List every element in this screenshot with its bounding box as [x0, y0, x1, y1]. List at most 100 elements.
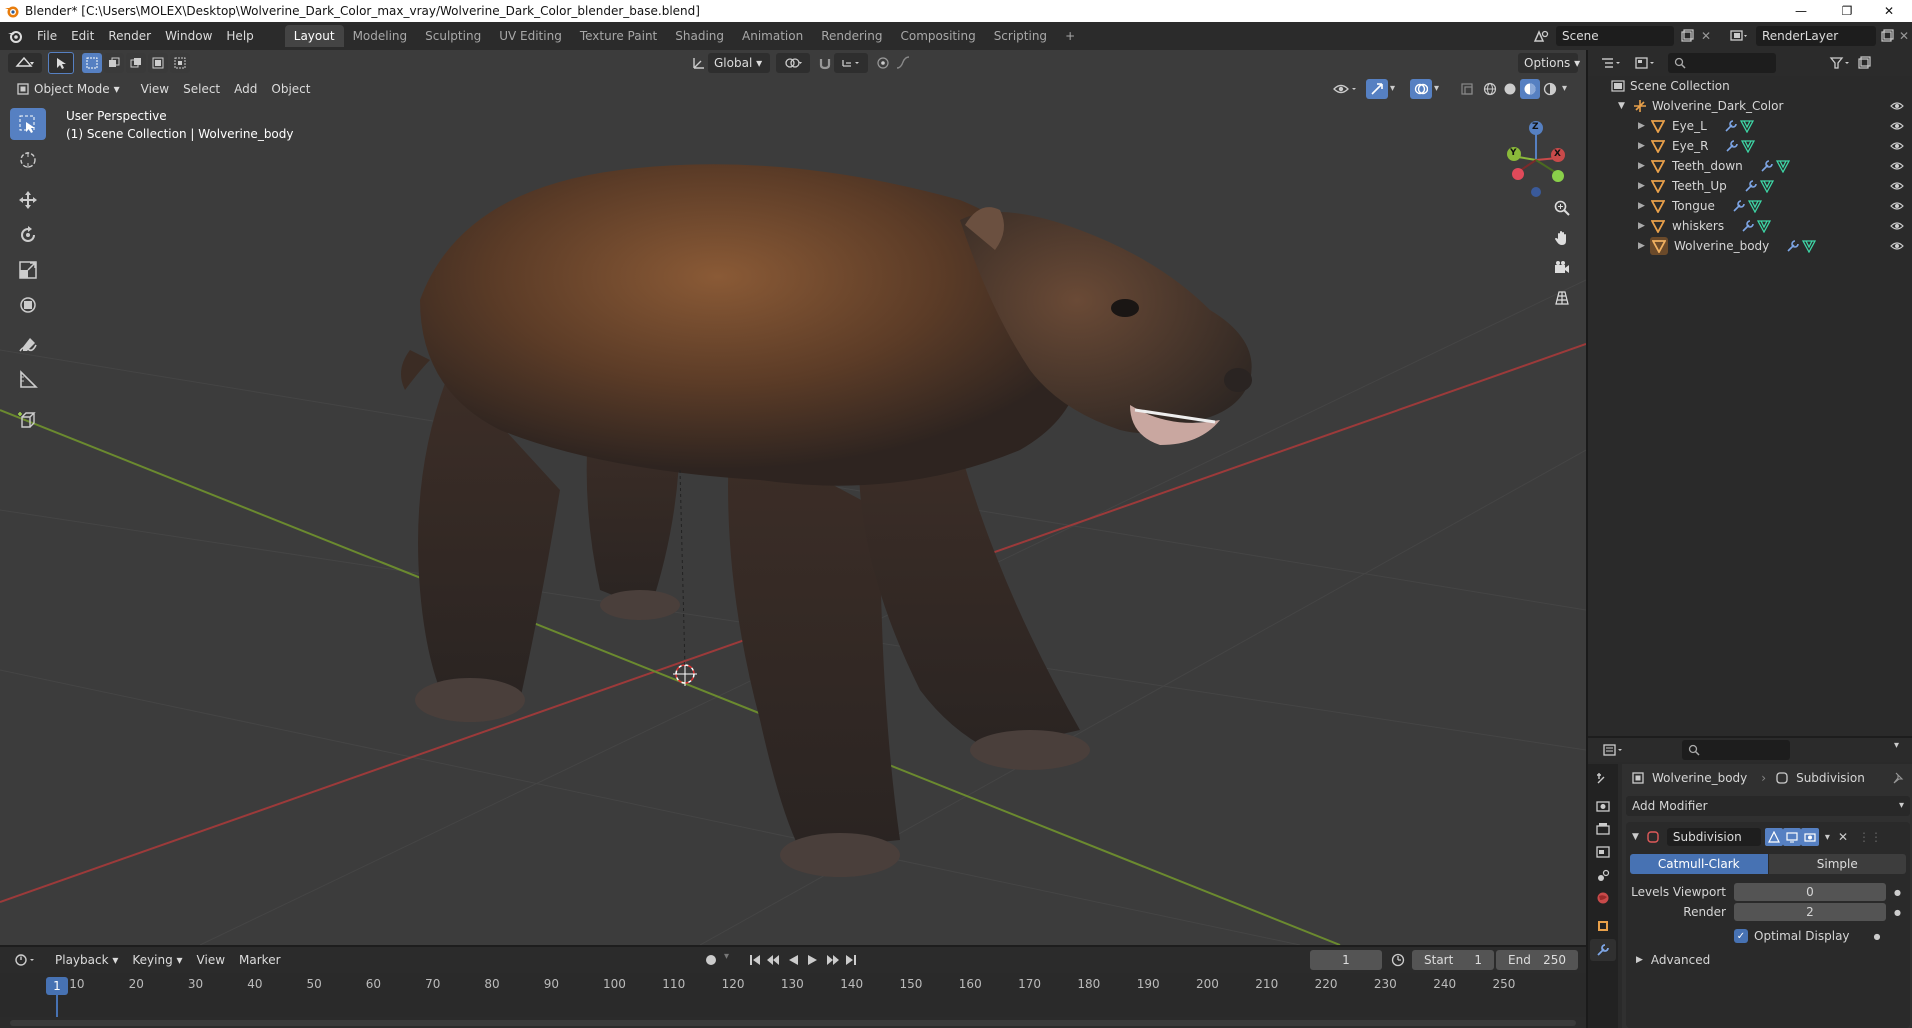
gizmo-toggle-icon[interactable]: [1366, 79, 1388, 99]
editor-type-icon[interactable]: [8, 53, 42, 73]
drag-handle-icon[interactable]: ⋮⋮: [1858, 830, 1882, 844]
visibility-eye-icon[interactable]: [1888, 136, 1906, 156]
jump-keyframe-back-icon[interactable]: [764, 950, 782, 970]
expand-arrow[interactable]: ▶: [1638, 241, 1650, 251]
modifier-wrench-icon[interactable]: [1723, 118, 1739, 134]
mode-dropdown[interactable]: Object Mode ▾: [10, 79, 126, 99]
select-box-tool-icon[interactable]: [48, 52, 74, 74]
advanced-subpanel-header[interactable]: ▶ Advanced: [1636, 950, 1906, 970]
options-dropdown[interactable]: Options ▾: [1518, 53, 1580, 73]
properties-search-input[interactable]: [1682, 740, 1790, 760]
shading-wireframe-icon[interactable]: [1480, 79, 1500, 99]
modifier-wrench-icon[interactable]: [1731, 198, 1747, 214]
jump-end-icon[interactable]: [842, 950, 860, 970]
algorithm-catmull-clark-button[interactable]: Catmull-Clark: [1630, 854, 1768, 874]
tab-layout[interactable]: Layout: [284, 25, 344, 47]
timeline-menu-marker[interactable]: Marker: [232, 949, 287, 971]
tool-select-box[interactable]: [10, 108, 46, 140]
tab-scene-icon[interactable]: [1593, 865, 1613, 885]
mesh-data-icon[interactable]: [1775, 158, 1791, 174]
snap-target-icon[interactable]: [834, 53, 868, 73]
end-frame-field[interactable]: End 250: [1496, 950, 1578, 970]
modifier-menu-dropdown[interactable]: ▾: [1825, 832, 1830, 843]
proportional-falloff-icon[interactable]: [892, 53, 918, 73]
play-reverse-icon[interactable]: [784, 950, 802, 970]
outliner-row-teeth-down[interactable]: ▶ Teeth_down: [1588, 156, 1912, 176]
expand-arrow[interactable]: ▶: [1638, 221, 1650, 231]
pin-icon[interactable]: [1890, 770, 1906, 786]
pivot-point-icon[interactable]: [776, 53, 810, 73]
keyframe-dot-icon[interactable]: ●: [1874, 932, 1881, 941]
timeline-ruler[interactable]: 10 20 30 40 50 60 70 80 90 100 110 120 130 140 150 160 1…: [0, 973, 1586, 1017]
jump-keyframe-forward-icon[interactable]: [824, 950, 842, 970]
mesh-data-icon[interactable]: [1801, 238, 1817, 254]
tool-scale[interactable]: [10, 254, 46, 286]
timeline-menu-keying[interactable]: Keying ▾: [125, 949, 189, 971]
new-view-layer-icon[interactable]: [1878, 27, 1896, 45]
expand-arrow[interactable]: ▶: [1638, 161, 1650, 171]
render-toggle-icon[interactable]: [1800, 828, 1819, 846]
visibility-eye-icon[interactable]: [1888, 156, 1906, 176]
maximize-button[interactable]: ❐: [1824, 0, 1870, 22]
outliner-row-collection[interactable]: ▼ Wolverine_Dark_Color: [1588, 96, 1912, 116]
3d-viewport[interactable]: Global ▾ Options ▾ Object Mode ▾ View Se…: [0, 50, 1586, 945]
expand-arrow[interactable]: ▶: [1638, 121, 1650, 131]
navigation-gizmo[interactable]: Z X Y: [1498, 110, 1578, 200]
select-mode-invert-icon[interactable]: [148, 53, 168, 73]
modifier-wrench-icon[interactable]: [1724, 138, 1740, 154]
visibility-eye-icon[interactable]: [1888, 196, 1906, 216]
current-frame-field[interactable]: 1: [1310, 950, 1382, 970]
playhead[interactable]: 1: [46, 977, 68, 995]
overlays-toggle-icon[interactable]: [1410, 79, 1432, 99]
scene-browse-icon[interactable]: [1528, 26, 1554, 46]
gizmo-dropdown[interactable]: ▾: [1390, 79, 1402, 99]
levels-viewport-field[interactable]: 0: [1734, 883, 1886, 901]
display-mode-icon[interactable]: [1630, 53, 1660, 73]
visibility-eye-icon[interactable]: [1888, 176, 1906, 196]
pan-view-icon[interactable]: [1549, 225, 1575, 251]
tab-sculpting[interactable]: Sculpting: [416, 25, 490, 47]
expand-arrow[interactable]: ▶: [1638, 141, 1650, 151]
tool-add-cube[interactable]: [10, 404, 46, 436]
tab-object-icon[interactable]: [1593, 916, 1613, 936]
tab-view-layer-icon[interactable]: [1593, 842, 1613, 862]
mesh-data-icon[interactable]: [1739, 118, 1755, 134]
wolverine-model[interactable]: [401, 164, 1252, 877]
outliner-row-eye-r[interactable]: ▶ Eye_R: [1588, 136, 1912, 156]
viewport-menu-add[interactable]: Add: [227, 78, 264, 100]
mesh-data-icon[interactable]: [1747, 198, 1763, 214]
modifier-wrench-icon[interactable]: [1740, 218, 1756, 234]
new-collection-icon[interactable]: [1854, 53, 1874, 73]
outliner-search-input[interactable]: [1668, 53, 1776, 73]
tool-cursor[interactable]: [10, 144, 46, 176]
minimize-button[interactable]: —: [1778, 0, 1824, 22]
keyframe-dot-icon[interactable]: ●: [1894, 908, 1901, 917]
timeline-editor-type-icon[interactable]: [10, 950, 40, 970]
render-layer-field[interactable]: RenderLayer: [1756, 26, 1876, 46]
tool-annotate[interactable]: [10, 329, 46, 361]
modifier-wrench-icon[interactable]: [1759, 158, 1775, 174]
tab-world-icon[interactable]: [1593, 888, 1613, 908]
remove-scene-icon[interactable]: ✕: [1698, 27, 1714, 45]
tab-scripting[interactable]: Scripting: [985, 25, 1056, 47]
filter-icon[interactable]: [1826, 53, 1854, 73]
tab-uv-editing[interactable]: UV Editing: [490, 25, 571, 47]
snap-icon[interactable]: [816, 53, 834, 73]
mesh-data-icon[interactable]: [1759, 178, 1775, 194]
outliner-editor-type-icon[interactable]: [1596, 53, 1626, 73]
select-mode-extend-icon[interactable]: [104, 53, 124, 73]
new-scene-icon[interactable]: [1678, 27, 1696, 45]
3d-cursor[interactable]: [673, 662, 697, 686]
tab-animation[interactable]: Animation: [733, 25, 812, 47]
shading-dropdown[interactable]: ▾: [1562, 79, 1574, 99]
shading-material-icon[interactable]: [1520, 79, 1540, 99]
shading-rendered-icon[interactable]: [1540, 79, 1560, 99]
add-modifier-dropdown[interactable]: Add Modifier ▾: [1626, 796, 1910, 816]
tab-render-icon[interactable]: [1593, 796, 1613, 816]
visibility-eye-icon[interactable]: [1888, 116, 1906, 136]
outliner-row-wolverine-body[interactable]: ▶ Wolverine_body: [1588, 236, 1912, 256]
menu-render[interactable]: Render: [101, 25, 158, 47]
outliner-row-whiskers[interactable]: ▶ whiskers: [1588, 216, 1912, 236]
close-button[interactable]: ✕: [1866, 0, 1912, 22]
ortho-toggle-icon[interactable]: [1549, 285, 1575, 311]
